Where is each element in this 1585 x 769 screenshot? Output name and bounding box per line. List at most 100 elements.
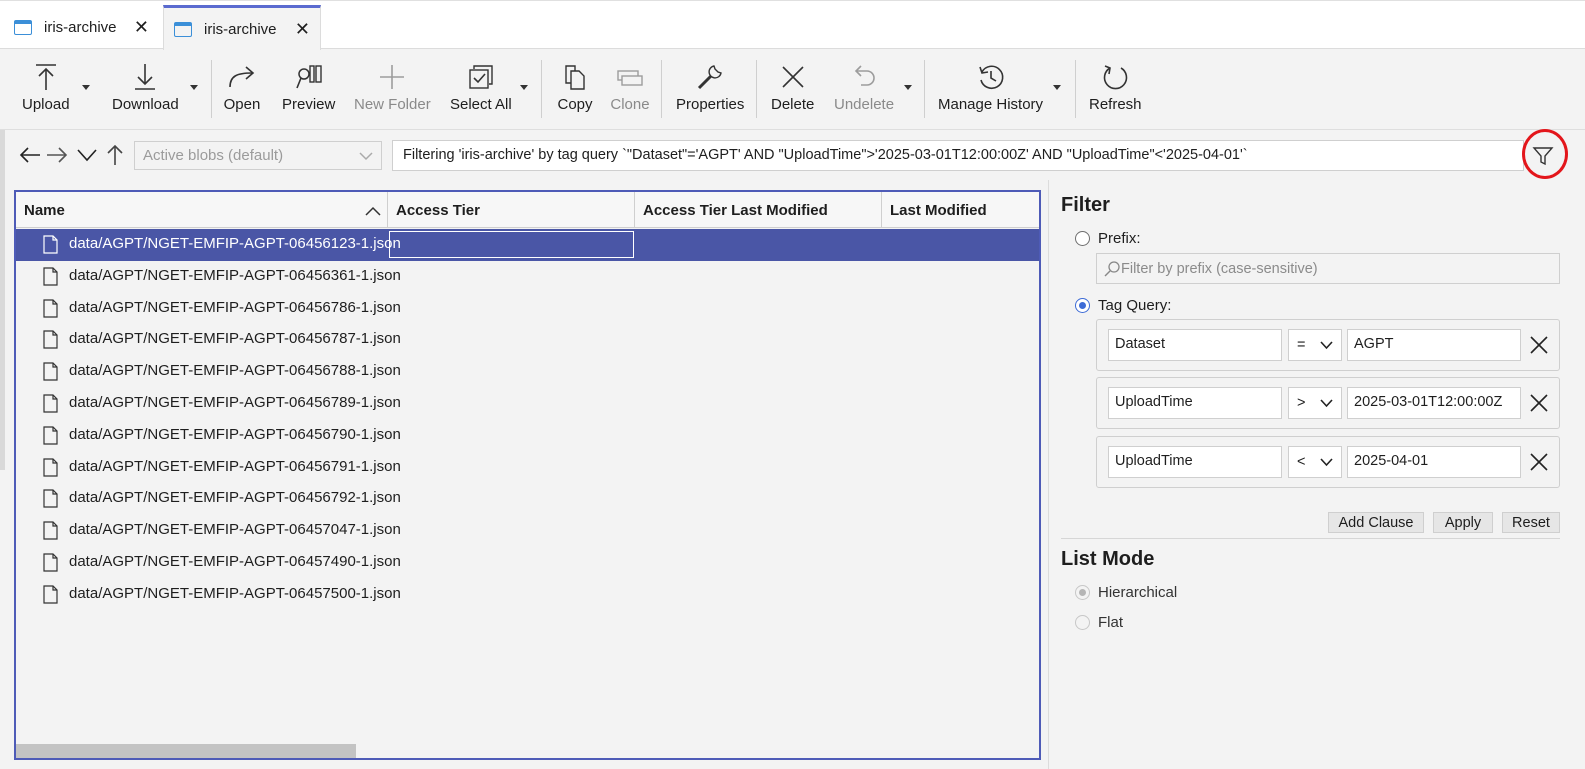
toolbar-separator [661, 60, 662, 118]
flat-radio[interactable]: Flat [1075, 614, 1123, 631]
table-row[interactable]: data/AGPT/NGET-EMFIP-AGPT-06457490-1.jso… [16, 547, 1039, 579]
file-icon [43, 362, 58, 381]
focused-cell[interactable] [389, 231, 634, 258]
column-header-name[interactable]: Name [16, 192, 388, 228]
column-header-access-tier-last-modified[interactable]: Access Tier Last Modified [635, 192, 882, 228]
tab-iris-archive-1[interactable]: iris-archive ✕ [4, 5, 159, 50]
clause-key-input[interactable]: UploadTime [1108, 387, 1282, 419]
sort-ascending-icon [365, 206, 381, 216]
file-icon [43, 235, 58, 254]
copy-button[interactable]: Copy [555, 58, 595, 122]
upload-dropdown-icon[interactable] [81, 82, 91, 92]
new-folder-label: New Folder [354, 96, 431, 113]
close-icon[interactable]: ✕ [295, 19, 310, 40]
blob-name: data/AGPT/NGET-EMFIP-AGPT-06456790-1.jso… [69, 425, 401, 443]
close-icon[interactable]: ✕ [134, 17, 149, 38]
file-icon [43, 330, 58, 349]
left-edge-bar [0, 130, 5, 470]
blob-list: Name Access Tier Access Tier Last Modifi… [14, 190, 1041, 760]
delete-label: Delete [771, 96, 815, 113]
open-button[interactable]: Open [222, 58, 262, 122]
properties-button[interactable]: Properties [676, 58, 744, 122]
address-query-bar[interactable]: Filtering 'iris-archive' by tag query `"… [392, 140, 1524, 171]
select-all-dropdown-icon[interactable] [519, 82, 529, 92]
delete-button[interactable]: Delete [771, 58, 814, 122]
table-row[interactable]: data/AGPT/NGET-EMFIP-AGPT-06456791-1.jso… [16, 452, 1039, 484]
up-button[interactable] [103, 143, 127, 167]
remove-clause-icon[interactable] [1527, 391, 1551, 415]
recent-locations-button[interactable] [75, 143, 99, 167]
tab-strip: iris-archive ✕ iris-archive ✕ [0, 0, 1585, 51]
container-icon [14, 20, 32, 35]
undo-icon [844, 58, 884, 96]
clause-operator-select[interactable]: > [1288, 387, 1342, 419]
table-row[interactable]: data/AGPT/NGET-EMFIP-AGPT-06456786-1.jso… [16, 293, 1039, 325]
prefix-radio[interactable]: Prefix: [1075, 230, 1141, 247]
table-row[interactable]: data/AGPT/NGET-EMFIP-AGPT-06457500-1.jso… [16, 579, 1039, 611]
select-all-label: Select All [450, 96, 512, 113]
tab-iris-archive-2[interactable]: iris-archive ✕ [163, 5, 321, 51]
clause-key-input[interactable]: Dataset [1108, 329, 1282, 361]
clone-icon [610, 58, 650, 96]
undelete-label: Undelete [834, 96, 895, 113]
clause-value-input[interactable]: 2025-03-01T12:00:00Z [1347, 387, 1521, 419]
hierarchical-radio[interactable]: Hierarchical [1075, 584, 1177, 601]
forward-button[interactable] [45, 143, 69, 167]
select-all-button[interactable]: Select All [450, 58, 512, 122]
back-button[interactable] [18, 143, 42, 167]
blob-name: data/AGPT/NGET-EMFIP-AGPT-06457490-1.jso… [69, 552, 401, 570]
clause-key-input[interactable]: UploadTime [1108, 446, 1282, 478]
tab-label: iris-archive [44, 19, 117, 36]
filter-toggle-button[interactable] [1525, 140, 1561, 171]
column-header-last-modified[interactable]: Last Modified [882, 192, 1039, 228]
table-row[interactable]: data/AGPT/NGET-EMFIP-AGPT-06456361-1.jso… [16, 261, 1039, 293]
refresh-button[interactable]: Refresh [1089, 58, 1142, 122]
table-row[interactable]: data/AGPT/NGET-EMFIP-AGPT-06456790-1.jso… [16, 420, 1039, 452]
undelete-button[interactable]: Undelete [834, 58, 894, 122]
tag-query-radio[interactable]: Tag Query: [1075, 297, 1171, 314]
undelete-dropdown-icon[interactable] [903, 82, 913, 92]
clause-value-input[interactable]: AGPT [1347, 329, 1521, 361]
column-header-access-tier[interactable]: Access Tier [388, 192, 635, 228]
hierarchical-label: Hierarchical [1098, 584, 1178, 601]
file-icon [43, 521, 58, 540]
table-row[interactable]: data/AGPT/NGET-EMFIP-AGPT-06457047-1.jso… [16, 515, 1039, 547]
remove-clause-icon[interactable] [1527, 333, 1551, 357]
remove-clause-icon[interactable] [1527, 450, 1551, 474]
upload-button[interactable]: Upload [22, 58, 70, 122]
table-row[interactable]: data/AGPT/NGET-EMFIP-AGPT-06456788-1.jso… [16, 356, 1039, 388]
arrow-up-icon [107, 144, 123, 165]
table-row[interactable]: data/AGPT/NGET-EMFIP-AGPT-06456792-1.jso… [16, 483, 1039, 515]
wrench-icon [690, 58, 730, 96]
blob-name: data/AGPT/NGET-EMFIP-AGPT-06456792-1.jso… [69, 489, 401, 507]
new-folder-button[interactable]: New Folder [354, 58, 431, 122]
add-clause-button[interactable]: Add Clause [1328, 512, 1424, 533]
tab-label: iris-archive [204, 21, 277, 38]
blob-name: data/AGPT/NGET-EMFIP-AGPT-06456786-1.jso… [69, 298, 401, 316]
clause-value-input[interactable]: 2025-04-01 [1347, 446, 1521, 478]
clause-operator-value: < [1297, 454, 1306, 470]
table-row[interactable]: data/AGPT/NGET-EMFIP-AGPT-06456787-1.jso… [16, 324, 1039, 356]
clause-operator-select[interactable]: = [1288, 329, 1342, 361]
horizontal-scrollbar[interactable] [16, 744, 356, 758]
table-row[interactable]: data/AGPT/NGET-EMFIP-AGPT-06456123-1.jso… [16, 229, 1039, 261]
blob-view-select[interactable]: Active blobs (default) [134, 141, 382, 170]
clone-button[interactable]: Clone [610, 58, 650, 122]
preview-button[interactable]: Preview [282, 58, 335, 122]
panel-splitter[interactable] [1048, 180, 1049, 769]
prefix-input[interactable]: Filter by prefix (case-sensitive) [1096, 253, 1560, 284]
radio-icon [1075, 615, 1090, 630]
reset-button[interactable]: Reset [1502, 512, 1560, 533]
container-icon [174, 22, 192, 37]
radio-icon [1075, 298, 1090, 313]
clause-operator-select[interactable]: < [1288, 446, 1342, 478]
tag-clause-2: UploadTime > 2025-03-01T12:00:00Z [1096, 377, 1560, 429]
blob-name: data/AGPT/NGET-EMFIP-AGPT-06456791-1.jso… [69, 457, 401, 475]
manage-history-dropdown-icon[interactable] [1052, 82, 1062, 92]
toolbar-separator [541, 60, 542, 118]
table-row[interactable]: data/AGPT/NGET-EMFIP-AGPT-06456789-1.jso… [16, 388, 1039, 420]
download-dropdown-icon[interactable] [189, 82, 199, 92]
download-button[interactable]: Download [112, 58, 179, 122]
manage-history-button[interactable]: Manage History [938, 58, 1043, 122]
apply-button[interactable]: Apply [1433, 512, 1493, 533]
